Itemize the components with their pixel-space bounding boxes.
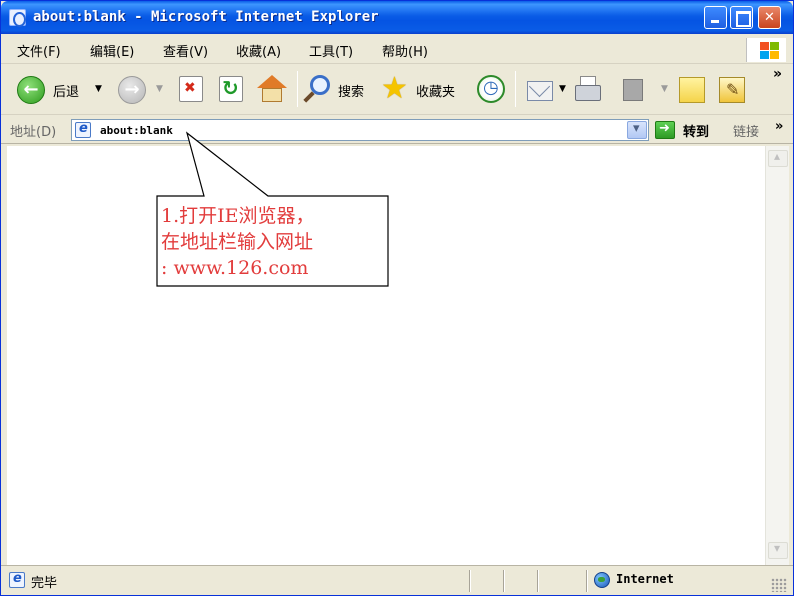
menu-bar: 文件(F) 编辑(E) 查看(V) 收藏(A) 工具(T) 帮助(H) xyxy=(1,34,793,64)
back-arrow-icon: ← xyxy=(17,76,45,104)
security-zone: Internet xyxy=(616,572,674,586)
globe-icon xyxy=(594,572,610,588)
scroll-up-button[interactable] xyxy=(768,149,788,167)
status-bar: 完毕 Internet xyxy=(1,565,793,595)
scroll-down-button[interactable] xyxy=(768,541,788,559)
go-arrow-icon xyxy=(655,121,675,139)
window-title: about:blank - Microsoft Internet Explore… xyxy=(33,9,379,25)
mail-button[interactable] xyxy=(527,81,553,101)
status-text: 完毕 xyxy=(31,576,58,591)
refresh-button[interactable] xyxy=(219,76,243,102)
forward-dropdown-icon[interactable]: ▼ xyxy=(156,84,163,94)
vertical-scrollbar[interactable] xyxy=(765,146,789,565)
windows-logo-icon xyxy=(746,38,786,62)
menu-tools[interactable]: 工具(T) xyxy=(309,41,353,60)
close-button[interactable] xyxy=(758,6,781,29)
toolbar-separator xyxy=(515,71,516,107)
stop-button[interactable] xyxy=(179,76,203,102)
status-divider xyxy=(469,570,471,592)
resize-grip[interactable] xyxy=(771,578,787,592)
go-label: 转到 xyxy=(683,125,710,140)
address-input[interactable]: about:blank xyxy=(71,119,649,141)
ie-page-icon xyxy=(9,571,25,588)
minimize-button[interactable] xyxy=(704,6,727,29)
edit-dropdown-icon[interactable]: ▼ xyxy=(661,84,668,94)
annotation-text: 1.打开IE浏览器， 在地址栏输入网址 : www.126.com xyxy=(161,205,315,279)
forward-button[interactable]: → xyxy=(118,76,146,104)
menu-edit[interactable]: 编辑(E) xyxy=(90,41,134,60)
search-handle-icon xyxy=(303,91,315,103)
address-label: 地址(D) xyxy=(10,125,57,140)
ie-window: about:blank - Microsoft Internet Explore… xyxy=(0,0,794,596)
page-content[interactable] xyxy=(7,146,765,565)
toolbar-separator xyxy=(297,71,298,107)
status-divider xyxy=(537,570,539,592)
back-dropdown-icon[interactable]: ▼ xyxy=(95,84,102,94)
mail-dropdown-icon[interactable]: ▼ xyxy=(559,84,566,94)
star-icon: ★ xyxy=(381,71,408,106)
menu-file[interactable]: 文件(F) xyxy=(17,41,61,60)
links-button[interactable]: 链接 xyxy=(733,121,759,140)
status-divider xyxy=(503,570,505,592)
messenger-button[interactable] xyxy=(719,77,745,103)
title-bar[interactable]: about:blank - Microsoft Internet Explore… xyxy=(1,1,793,34)
edit-button[interactable] xyxy=(623,79,643,101)
address-dropdown-icon[interactable] xyxy=(627,121,647,139)
home-icon xyxy=(262,88,282,102)
favorites-label: 收藏夹 xyxy=(416,85,456,100)
links-overflow-chevron[interactable]: » xyxy=(775,119,783,134)
home-roof-icon xyxy=(257,75,287,88)
maximize-button[interactable] xyxy=(730,6,753,29)
ie-page-icon xyxy=(75,121,91,138)
toolbar-overflow-chevron[interactable]: » xyxy=(773,66,782,82)
address-value[interactable]: about:blank xyxy=(100,124,173,137)
menu-favorites[interactable]: 收藏(A) xyxy=(236,41,281,60)
address-bar: 地址(D) about:blank 转到 链接 » xyxy=(1,115,793,144)
menu-view[interactable]: 查看(V) xyxy=(163,41,208,60)
menu-help[interactable]: 帮助(H) xyxy=(382,41,428,60)
status-divider xyxy=(586,570,588,592)
discuss-button[interactable] xyxy=(679,77,705,103)
printer-icon xyxy=(575,85,601,101)
back-label: 后退 xyxy=(53,85,80,100)
standard-toolbar: ← 后退 ▼ → ▼ 搜索 ★ 收藏夹 ▼ ▼ xyxy=(1,64,793,115)
ie-page-icon xyxy=(9,9,26,27)
history-button[interactable] xyxy=(477,75,505,103)
search-label: 搜索 xyxy=(338,85,365,100)
